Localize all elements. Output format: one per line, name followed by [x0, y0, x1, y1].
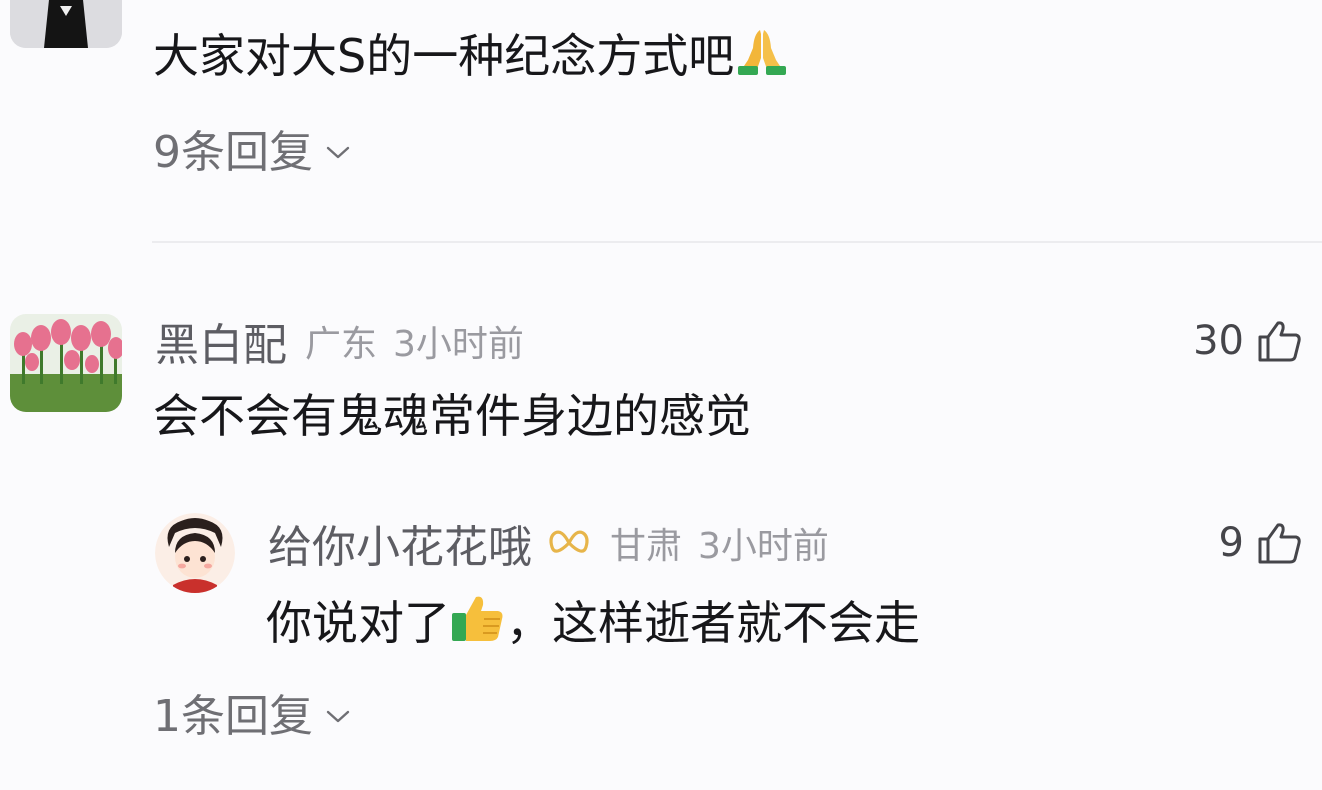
comment-text: 大家对大S的一种纪念方式吧: [153, 26, 790, 88]
timestamp: 3小时前: [393, 324, 524, 365]
thumbs-up-icon: [1258, 523, 1301, 564]
expand-replies-button[interactable]: 9条回复: [153, 128, 351, 178]
reply-text: 你说对了 ，这样逝者就不会走: [266, 593, 920, 655]
comment-text: 会不会有鬼魂常件身边的感觉: [153, 389, 751, 443]
like-count: 30: [1193, 318, 1244, 364]
divider: [152, 241, 1322, 243]
folded-hands-emoji: [734, 26, 790, 88]
location: 广东: [305, 324, 378, 365]
avatar[interactable]: [10, 0, 122, 48]
thumbs-up-emoji: [450, 593, 506, 655]
location: 甘肃: [610, 526, 683, 567]
avatar[interactable]: [10, 314, 122, 412]
chevron-down-icon: [326, 146, 350, 159]
avatar[interactable]: [155, 513, 235, 593]
timestamp: 3小时前: [698, 526, 829, 567]
like-button[interactable]: 30: [1193, 314, 1302, 368]
infinity-badge-icon: [549, 530, 589, 553]
username[interactable]: 给你小花花哦: [268, 511, 532, 575]
like-button[interactable]: 9: [1219, 516, 1302, 570]
comment-meta: 黑白配 广东 3小时前: [155, 314, 524, 371]
like-count: 9: [1218, 520, 1244, 566]
expand-replies-button[interactable]: 1条回复: [153, 692, 351, 742]
thumbs-up-icon: [1258, 321, 1301, 362]
username[interactable]: 黑白配: [155, 309, 287, 373]
chevron-down-icon: [326, 710, 350, 723]
reply-meta: 给你小花花哦 甘肃 3小时前: [268, 516, 829, 573]
comment-thread: 大家对大S的一种纪念方式吧 9条回复 黑白配 广东 3小时前 30 会不会有鬼魂…: [0, 0, 1322, 790]
